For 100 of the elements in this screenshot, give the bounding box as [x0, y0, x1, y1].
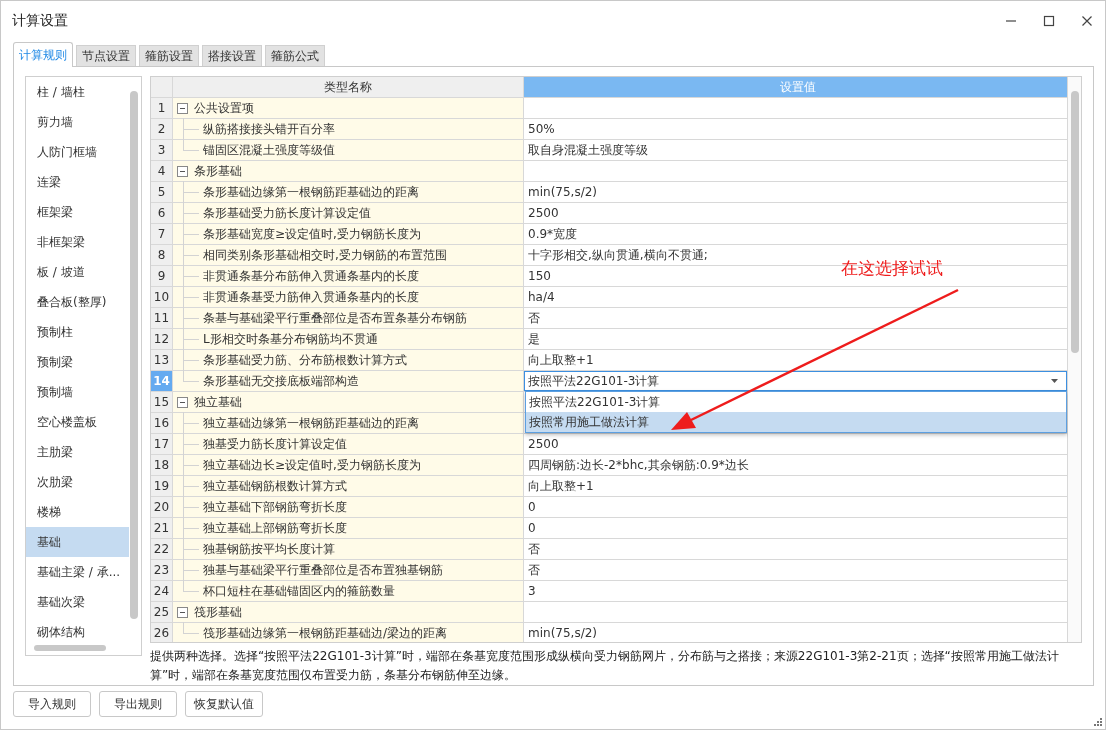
tab[interactable]: 箍筋公式 — [265, 45, 325, 66]
scrollbar[interactable] — [34, 645, 106, 651]
setting-name: 杯口短柱在基础锚固区内的箍筋数量 — [203, 583, 395, 600]
sidebar-item[interactable]: 柱 / 墙柱 — [26, 77, 129, 107]
rule-button[interactable]: 恢复默认值 — [185, 691, 263, 717]
setting-name: 锚固区混凝土强度等级值 — [203, 142, 335, 159]
tab[interactable]: 搭接设置 — [202, 45, 262, 66]
sidebar-item[interactable]: 次肋梁 — [26, 467, 129, 497]
row-number: 21 — [151, 518, 173, 538]
setting-value: 2500 — [528, 437, 559, 451]
setting-name: 独立基础边长≥设定值时,受力钢筋长度为 — [203, 457, 421, 474]
row-number: 23 — [151, 560, 173, 580]
tab[interactable]: 计算规则 — [13, 42, 73, 67]
sidebar-item[interactable]: 板 / 坡道 — [26, 257, 129, 287]
setting-value: 2500 — [528, 206, 559, 220]
sidebar-item[interactable]: 连梁 — [26, 167, 129, 197]
dropdown-field[interactable]: 按照平法22G101-3计算 — [524, 371, 1067, 391]
annotation-text: 在这选择试试 — [841, 257, 943, 280]
setting-value: 否 — [528, 563, 540, 577]
setting-name: 条形基础受力筋、分布筋根数计算方式 — [203, 352, 407, 369]
setting-value: 向上取整+1 — [528, 353, 594, 367]
sidebar-item[interactable]: 非框架梁 — [26, 227, 129, 257]
sidebar-item[interactable]: 主肋梁 — [26, 437, 129, 467]
setting-name: 独立基础上部钢筋弯折长度 — [203, 520, 347, 537]
group-name: 独立基础 — [194, 394, 242, 411]
row-number: 26 — [151, 623, 173, 642]
description-text: 提供两种选择。选择“按照平法22G101-3计算”时，端部在条基宽度范围形成纵横向受力钢筋网片，分布筋与之搭接；来源22G101-3第2-21页；选择“按照常用施工做法计算”时，端部在条基宽度范围仅布置受力筋，条基分布钢筋伸至边缘。 — [150, 648, 1060, 684]
row-number: 3 — [151, 140, 173, 160]
row-number: 14 — [151, 371, 173, 391]
sidebar-item[interactable]: 楼梯 — [26, 497, 129, 527]
rule-button[interactable]: 导出规则 — [99, 691, 177, 717]
row-number: 7 — [151, 224, 173, 244]
setting-name: 独立基础边缘第一根钢筋距基础边的距离 — [203, 415, 419, 432]
maximize-icon[interactable] — [1043, 15, 1055, 27]
setting-value: 十字形相交,纵向贯通,横向不贯通; — [528, 248, 708, 262]
resize-grip-icon[interactable] — [1094, 718, 1102, 726]
setting-name: 非贯通条基受力筋伸入贯通条基内的长度 — [203, 289, 419, 306]
sidebar-item[interactable]: 预制柱 — [26, 317, 129, 347]
scrollbar[interactable] — [1071, 91, 1079, 353]
sidebar-item[interactable]: 砌体结构 — [26, 617, 129, 647]
setting-name: 筏形基础边缘第一根钢筋距基础边/梁边的距离 — [203, 625, 448, 642]
setting-name: 条基与基础梁平行重叠部位是否布置条基分布钢筋 — [203, 310, 467, 327]
row-number: 1 — [151, 98, 173, 118]
row-number: 19 — [151, 476, 173, 496]
sidebar-item[interactable]: 框架梁 — [26, 197, 129, 227]
setting-name: 独立基础下部钢筋弯折长度 — [203, 499, 347, 516]
setting-name: 独基受力筋长度计算设定值 — [203, 436, 347, 453]
sidebar-item[interactable]: 空心楼盖板 — [26, 407, 129, 437]
row-number: 8 — [151, 245, 173, 265]
tab[interactable]: 节点设置 — [76, 45, 136, 66]
rule-button[interactable]: 导入规则 — [13, 691, 91, 717]
setting-name: 非贯通条基分布筋伸入贯通条基内的长度 — [203, 268, 419, 285]
setting-value: 取自身混凝土强度等级 — [528, 143, 648, 157]
sidebar-item[interactable]: 基础 — [26, 527, 129, 557]
row-number: 11 — [151, 308, 173, 328]
group-name: 公共设置项 — [194, 100, 254, 117]
setting-value: 0 — [528, 500, 536, 514]
setting-name: L形相交时条基分布钢筋均不贯通 — [203, 331, 378, 348]
setting-value: 0.9*宽度 — [528, 227, 578, 241]
sidebar-item[interactable]: 剪力墙 — [26, 107, 129, 137]
window-title: 计算设置 — [12, 12, 68, 30]
setting-name: 独立基础钢筋根数计算方式 — [203, 478, 347, 495]
collapse-icon[interactable] — [177, 102, 188, 114]
row-number: 25 — [151, 602, 173, 622]
setting-name: 条形基础受力筋长度计算设定值 — [203, 205, 371, 222]
collapse-icon[interactable] — [177, 606, 188, 618]
row-number: 13 — [151, 350, 173, 370]
dropdown-option[interactable]: 按照平法22G101-3计算 — [526, 392, 1066, 412]
sidebar-item[interactable]: 人防门框墙 — [26, 137, 129, 167]
setting-value: 3 — [528, 584, 536, 598]
setting-name: 纵筋搭接接头错开百分率 — [203, 121, 335, 138]
setting-value: ha/4 — [528, 290, 555, 304]
sidebar-item[interactable]: 预制墙 — [26, 377, 129, 407]
row-number: 22 — [151, 539, 173, 559]
row-number: 17 — [151, 434, 173, 454]
column-header[interactable]: 类型名称 — [173, 77, 524, 97]
setting-name: 相同类别条形基础相交时,受力钢筋的布置范围 — [203, 247, 447, 264]
row-number: 20 — [151, 497, 173, 517]
caret-icon — [1051, 379, 1058, 383]
collapse-icon[interactable] — [177, 396, 188, 408]
scrollbar[interactable] — [130, 91, 138, 619]
sidebar-item[interactable]: 基础次梁 — [26, 587, 129, 617]
group-name: 条形基础 — [194, 163, 242, 180]
sidebar-item[interactable]: 预制梁 — [26, 347, 129, 377]
row-number: 16 — [151, 413, 173, 433]
row-number: 9 — [151, 266, 173, 286]
sidebar-item[interactable]: 基础主梁 / 承... — [26, 557, 129, 587]
close-icon[interactable] — [1081, 15, 1093, 27]
collapse-icon[interactable] — [177, 165, 188, 177]
setting-name: 条形基础无交接底板端部构造 — [203, 373, 359, 390]
tab[interactable]: 箍筋设置 — [139, 45, 199, 66]
sidebar-item[interactable]: 叠合板(整厚) — [26, 287, 129, 317]
setting-value: min(75,s/2) — [528, 185, 597, 199]
row-number: 5 — [151, 182, 173, 202]
setting-value: 150 — [528, 269, 551, 283]
setting-value: 否 — [528, 311, 540, 325]
row-number: 4 — [151, 161, 173, 181]
setting-name: 独基与基础梁平行重叠部位是否布置独基钢筋 — [203, 562, 443, 579]
dropdown-option[interactable]: 按照常用施工做法计算 — [526, 412, 1066, 432]
row-number: 15 — [151, 392, 173, 412]
